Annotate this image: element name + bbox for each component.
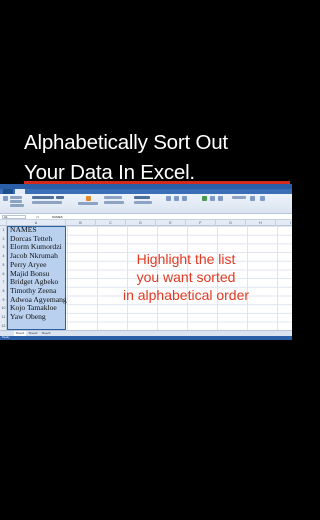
font-size-select[interactable] [56, 196, 64, 199]
name-cell[interactable]: Bridget Agbeko [10, 278, 68, 287]
callout-line-3: in alphabetical order [122, 287, 250, 303]
row-header-9[interactable]: 9 [0, 296, 7, 305]
name-cell[interactable]: Majid Bonsu [10, 270, 68, 279]
format-painter-button[interactable] [10, 204, 24, 207]
row-header-4[interactable]: 4 [0, 252, 7, 261]
conditional-format-icon[interactable] [166, 196, 171, 201]
delete-cells-icon[interactable] [210, 196, 215, 201]
row-header-7[interactable]: 7 [0, 278, 7, 287]
name-cell[interactable]: Yaw Obeng [10, 313, 68, 322]
font-style-buttons[interactable] [32, 201, 62, 204]
status-text: Ready [2, 336, 10, 339]
wrap-text-button[interactable] [104, 196, 122, 199]
name-cell[interactable]: Adwoa Agyemang [10, 296, 68, 305]
sort-filter-icon[interactable] [250, 196, 255, 201]
cell-styles-icon[interactable] [182, 196, 187, 201]
row-header-10[interactable]: 10 [0, 304, 7, 313]
excel-window: A1 ƒx NAMES ABCDEFGHIJ 123456789101112 N… [0, 184, 292, 340]
row-header-5[interactable]: 5 [0, 261, 7, 270]
caption-line-1: Alphabetically Sort Out [24, 131, 228, 154]
number-buttons[interactable] [134, 201, 152, 204]
ribbon [0, 194, 292, 214]
status-bar: Ready [0, 336, 292, 340]
merge-center-button[interactable] [104, 201, 124, 204]
insert-cells-icon[interactable] [202, 196, 207, 201]
copy-button[interactable] [10, 200, 22, 203]
name-cell[interactable]: Dorcas Tetteh [10, 235, 68, 244]
format-table-icon[interactable] [174, 196, 179, 201]
name-cell[interactable]: Jacob Nkrumah [10, 252, 68, 261]
header-cell[interactable]: NAMES [10, 226, 68, 235]
video-caption: Alphabetically Sort Out Your Data In Exc… [24, 128, 286, 188]
row-header-6[interactable]: 6 [0, 270, 7, 279]
row-header-1[interactable]: 1 [0, 226, 7, 235]
find-select-icon[interactable] [260, 196, 265, 201]
alignment-buttons[interactable] [78, 202, 98, 205]
name-box[interactable]: A1 [2, 215, 26, 219]
row-header-3[interactable]: 3 [0, 243, 7, 252]
name-cell[interactable]: Kojo Tamakloe [10, 304, 68, 313]
name-cell[interactable]: Timothy Zeena [10, 287, 68, 296]
row-header-2[interactable]: 2 [0, 235, 7, 244]
name-cell[interactable]: Elorm Kumordzi [10, 243, 68, 252]
row-header-8[interactable]: 8 [0, 287, 7, 296]
cut-button[interactable] [10, 196, 22, 199]
paste-icon[interactable] [3, 196, 8, 201]
fill-color-icon[interactable] [86, 196, 91, 201]
row-headers: 1 2 3 4 5 6 7 8 9 10 11 12 [0, 226, 7, 330]
font-name-select[interactable] [32, 196, 54, 199]
format-cells-icon[interactable] [218, 196, 223, 201]
callout-line-2: you want sorted [136, 269, 236, 285]
row-header-11[interactable]: 11 [0, 313, 7, 322]
callout-line-1: Highlight the list [136, 251, 236, 267]
fx-icon[interactable]: ƒx [36, 215, 39, 219]
formula-input[interactable]: NAMES [52, 215, 63, 219]
number-format-select[interactable] [134, 196, 150, 199]
name-cell[interactable]: Perry Aryee [10, 261, 68, 270]
instruction-callout: Highlight the list you want sorted in al… [86, 250, 286, 304]
autosum-button[interactable] [232, 196, 246, 199]
